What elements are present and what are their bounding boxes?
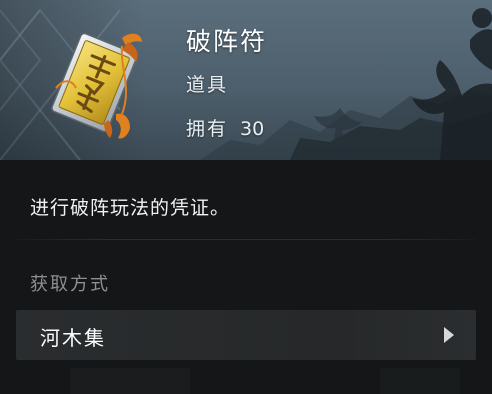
item-owned-count: 拥有 30 bbox=[186, 114, 264, 141]
obtain-source-label: 河木集 bbox=[40, 326, 106, 350]
section-divider bbox=[16, 239, 476, 240]
talisman-scroll-icon bbox=[51, 32, 142, 139]
item-details: 进行破阵玩法的凭证。 获取方式 河木集 bbox=[0, 160, 492, 394]
item-header: 破阵符 道具 拥有 30 bbox=[0, 0, 492, 160]
background-ui-bleed bbox=[70, 368, 460, 394]
item-type: 道具 bbox=[186, 74, 229, 96]
chevron-right-icon bbox=[444, 327, 454, 343]
obtain-method-header: 获取方式 bbox=[30, 274, 110, 295]
item-tooltip-panel: 破阵符 道具 拥有 30 进行破阵玩法的凭证。 获取方式 河木集 bbox=[0, 0, 492, 394]
owned-label: 拥有 bbox=[186, 118, 229, 140]
owned-count: 30 bbox=[240, 118, 265, 140]
item-name: 破阵符 bbox=[186, 27, 268, 56]
item-description: 进行破阵玩法的凭证。 bbox=[30, 197, 231, 219]
obtain-source-row[interactable]: 河木集 bbox=[16, 310, 476, 360]
